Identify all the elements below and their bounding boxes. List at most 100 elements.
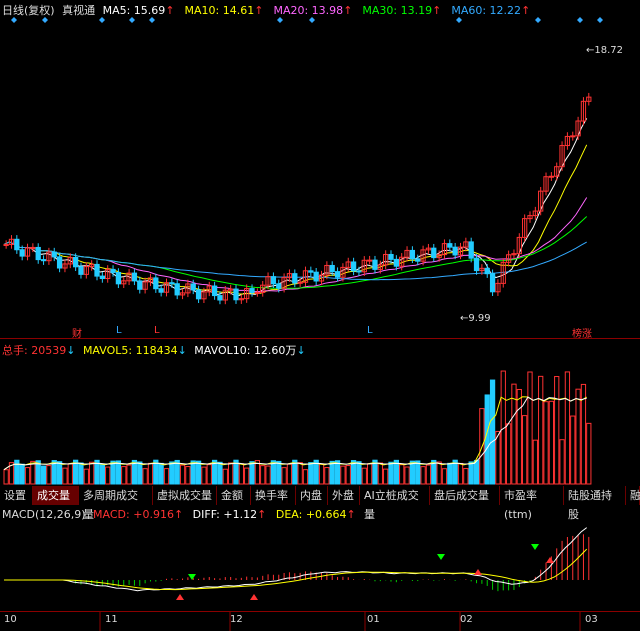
volume-bar xyxy=(249,461,255,485)
candle-body xyxy=(40,259,47,262)
volume-bar xyxy=(527,371,533,485)
volume-bar xyxy=(522,415,528,485)
stock-chart[interactable] xyxy=(0,0,640,631)
event-diamond-icon xyxy=(309,17,315,23)
volume-bar xyxy=(105,466,111,485)
candle-body xyxy=(115,271,122,285)
volume-bar xyxy=(420,466,426,485)
candle-body xyxy=(233,288,239,301)
candle-body xyxy=(372,259,378,270)
candle-body xyxy=(169,282,175,285)
volume-bar xyxy=(110,460,116,485)
candle-body xyxy=(393,258,399,267)
candle-body xyxy=(276,283,282,289)
event-diamond-icon xyxy=(456,17,462,23)
candle-body xyxy=(366,259,373,262)
candle-body xyxy=(409,249,416,260)
volume-bar xyxy=(185,466,191,485)
volume-bar xyxy=(121,466,127,485)
candle-body xyxy=(297,281,303,284)
candle-body xyxy=(72,256,79,268)
volume-bar xyxy=(67,463,73,485)
volume-bar xyxy=(388,461,394,485)
volume-bar xyxy=(399,464,405,485)
volume-bar xyxy=(195,460,202,485)
volume-bar xyxy=(115,460,122,485)
volume-bar xyxy=(217,461,223,485)
candle-body xyxy=(190,283,196,291)
volume-bar xyxy=(78,462,84,485)
event-diamond-icon xyxy=(42,17,48,23)
candle-body xyxy=(19,249,25,257)
signal-arrow-icon xyxy=(546,557,554,563)
volume-bar xyxy=(463,468,469,485)
volume-bar xyxy=(436,461,442,485)
candle-body xyxy=(570,135,576,138)
volume-bar xyxy=(260,465,266,485)
candle-body xyxy=(548,175,555,178)
volume-bar xyxy=(308,462,314,485)
volume-bar xyxy=(575,388,581,485)
candle-body xyxy=(356,270,362,273)
volume-bar xyxy=(126,464,132,485)
signal-arrow-icon xyxy=(474,569,482,575)
volume-bar xyxy=(238,463,244,485)
volume-bar xyxy=(89,461,95,485)
candle-body xyxy=(489,273,496,293)
candle-body xyxy=(56,256,63,269)
event-diamond-icon xyxy=(11,17,17,23)
volume-bar xyxy=(334,460,341,485)
candle-body xyxy=(249,288,255,294)
signal-arrow-icon xyxy=(531,544,539,550)
event-diamond-icon xyxy=(535,17,541,23)
volume-bar xyxy=(457,462,464,485)
volume-bar xyxy=(281,467,287,485)
volume-bar xyxy=(415,460,421,485)
volume-bar xyxy=(548,400,555,485)
candle-body xyxy=(35,246,41,261)
candle-body xyxy=(388,253,394,260)
candle-body xyxy=(94,263,100,277)
signal-arrow-icon xyxy=(188,574,196,580)
volume-bar xyxy=(169,461,175,485)
volume-bar xyxy=(201,466,207,485)
volume-bar xyxy=(532,439,538,485)
volume-bar xyxy=(495,430,501,485)
candle-body xyxy=(484,267,490,275)
candle-body xyxy=(110,268,116,273)
volume-bar xyxy=(538,375,544,485)
volume-bar xyxy=(147,462,154,485)
volume-bar xyxy=(361,467,367,485)
event-diamond-icon xyxy=(577,17,583,23)
volume-bar xyxy=(516,388,522,485)
candle-body xyxy=(99,275,105,280)
volume-bar xyxy=(56,461,63,485)
volume-bar xyxy=(276,460,282,485)
volume-bar xyxy=(318,463,325,485)
volume-bar xyxy=(142,468,148,485)
volume-bar xyxy=(62,467,68,485)
volume-bar xyxy=(265,465,271,485)
event-diamond-icon xyxy=(149,17,155,23)
candle-body xyxy=(329,264,335,273)
candle-body xyxy=(452,246,458,256)
candle-body xyxy=(14,238,20,251)
candle-body xyxy=(292,273,298,284)
volume-bar xyxy=(409,460,416,485)
candle-body xyxy=(30,246,36,249)
candle-body xyxy=(51,251,57,258)
volume-bar xyxy=(425,464,432,485)
volume-bar xyxy=(46,465,52,485)
volume-bar xyxy=(447,462,453,485)
candle-body xyxy=(158,288,164,293)
volume-bar xyxy=(586,422,592,485)
event-diamond-icon xyxy=(277,17,283,23)
candle-body xyxy=(415,258,421,262)
volume-bar xyxy=(286,463,293,485)
candle-body xyxy=(447,243,453,248)
volume-bar xyxy=(83,468,89,485)
candle-body xyxy=(468,241,474,259)
volume-bar xyxy=(158,462,164,485)
volume-bar xyxy=(137,461,143,485)
candle-body xyxy=(174,283,180,296)
